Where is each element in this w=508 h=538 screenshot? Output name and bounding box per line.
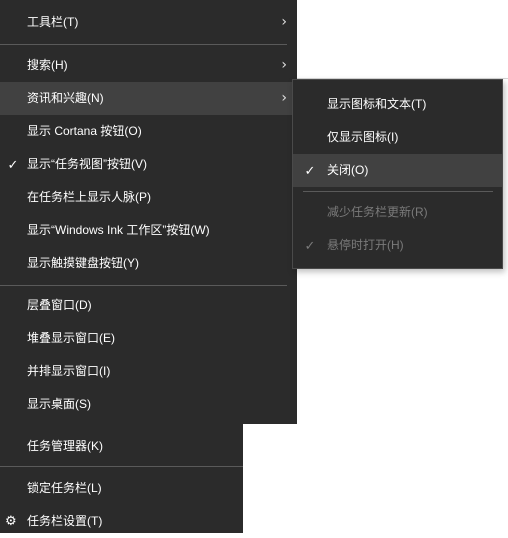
submenu-item-show-icon-and-text[interactable]: 显示图标和文本(T) (293, 88, 502, 121)
menu-separator (0, 285, 287, 286)
menu-item-taskbar-settings[interactable]: ⚙ 任务栏设置(T) (0, 505, 243, 538)
menu-item-label: 显示 Cortana 按钮(O) (27, 124, 142, 138)
menu-item-label: 显示触摸键盘按钮(Y) (27, 256, 139, 270)
menu-item-label: 减少任务栏更新(R) (327, 205, 428, 219)
chevron-right-icon: › (281, 14, 287, 30)
menu-item-label: 悬停时打开(H) (327, 238, 404, 252)
taskbar-context-menu-bottom: 任务管理器(K) 锁定任务栏(L) ⚙ 任务栏设置(T) (0, 424, 243, 533)
gear-icon: ⚙ (5, 514, 17, 529)
menu-item-label: 资讯和兴趣(N) (27, 91, 104, 105)
check-icon: ✓ (304, 238, 316, 253)
menu-item-lock-taskbar[interactable]: 锁定任务栏(L) (0, 472, 243, 505)
menu-item-show-task-view[interactable]: ✓ 显示“任务视图”按钮(V) (0, 148, 297, 181)
menu-item-show-cortana[interactable]: 显示 Cortana 按钮(O) (0, 115, 297, 148)
menu-separator (0, 44, 287, 45)
submenu-item-turn-off[interactable]: ✓ 关闭(O) (293, 154, 502, 187)
menu-item-label: 关闭(O) (327, 163, 369, 177)
check-icon: ✓ (304, 163, 316, 178)
menu-item-cascade-windows[interactable]: 层叠窗口(D) (0, 289, 297, 322)
menu-separator (303, 191, 493, 192)
menu-item-label: 显示图标和文本(T) (327, 97, 427, 111)
menu-item-label: 在任务栏上显示人脉(P) (27, 190, 151, 204)
taskbar-context-menu: 工具栏(T) › 搜索(H) › 资讯和兴趣(N) › 显示 Cortana 按… (0, 0, 297, 424)
menu-item-label: 堆叠显示窗口(E) (27, 331, 115, 345)
menu-item-show-ink-workspace[interactable]: 显示“Windows Ink 工作区”按钮(W) (0, 214, 297, 247)
menu-item-label: 任务管理器(K) (27, 439, 103, 453)
submenu-item-show-icon-only[interactable]: 仅显示图标(I) (293, 121, 502, 154)
menu-item-label: 任务栏设置(T) (27, 514, 103, 528)
menu-item-news-and-interests[interactable]: 资讯和兴趣(N) › (0, 82, 297, 115)
menu-item-show-desktop[interactable]: 显示桌面(S) (0, 388, 297, 421)
menu-item-label: 锁定任务栏(L) (27, 481, 102, 495)
menu-item-label: 仅显示图标(I) (327, 130, 399, 144)
menu-item-label: 搜索(H) (27, 58, 68, 72)
submenu-item-reduce-updates: 减少任务栏更新(R) (293, 196, 502, 229)
menu-item-stack-windows[interactable]: 堆叠显示窗口(E) (0, 322, 297, 355)
menu-item-show-people[interactable]: 在任务栏上显示人脉(P) (0, 181, 297, 214)
menu-separator (0, 466, 243, 467)
menu-item-search[interactable]: 搜索(H) › (0, 49, 297, 82)
menu-item-label: 显示“Windows Ink 工作区”按钮(W) (27, 223, 210, 237)
menu-item-label: 显示“任务视图”按钮(V) (27, 157, 147, 171)
chevron-right-icon: › (281, 57, 287, 73)
chevron-right-icon: › (281, 90, 287, 106)
check-icon: ✓ (7, 157, 19, 172)
menu-item-label: 并排显示窗口(I) (27, 364, 111, 378)
submenu-item-open-on-hover: ✓ 悬停时打开(H) (293, 229, 502, 262)
news-and-interests-submenu: 显示图标和文本(T) 仅显示图标(I) ✓ 关闭(O) 减少任务栏更新(R) ✓… (292, 79, 503, 269)
menu-item-task-manager[interactable]: 任务管理器(K) (0, 430, 243, 463)
menu-item-label: 层叠窗口(D) (27, 298, 92, 312)
menu-item-label: 工具栏(T) (27, 15, 79, 29)
menu-item-toolbars[interactable]: 工具栏(T) › (0, 6, 297, 39)
menu-item-side-by-side[interactable]: 并排显示窗口(I) (0, 355, 297, 388)
menu-item-show-touch-keyboard[interactable]: 显示触摸键盘按钮(Y) (0, 247, 297, 280)
menu-item-label: 显示桌面(S) (27, 397, 91, 411)
